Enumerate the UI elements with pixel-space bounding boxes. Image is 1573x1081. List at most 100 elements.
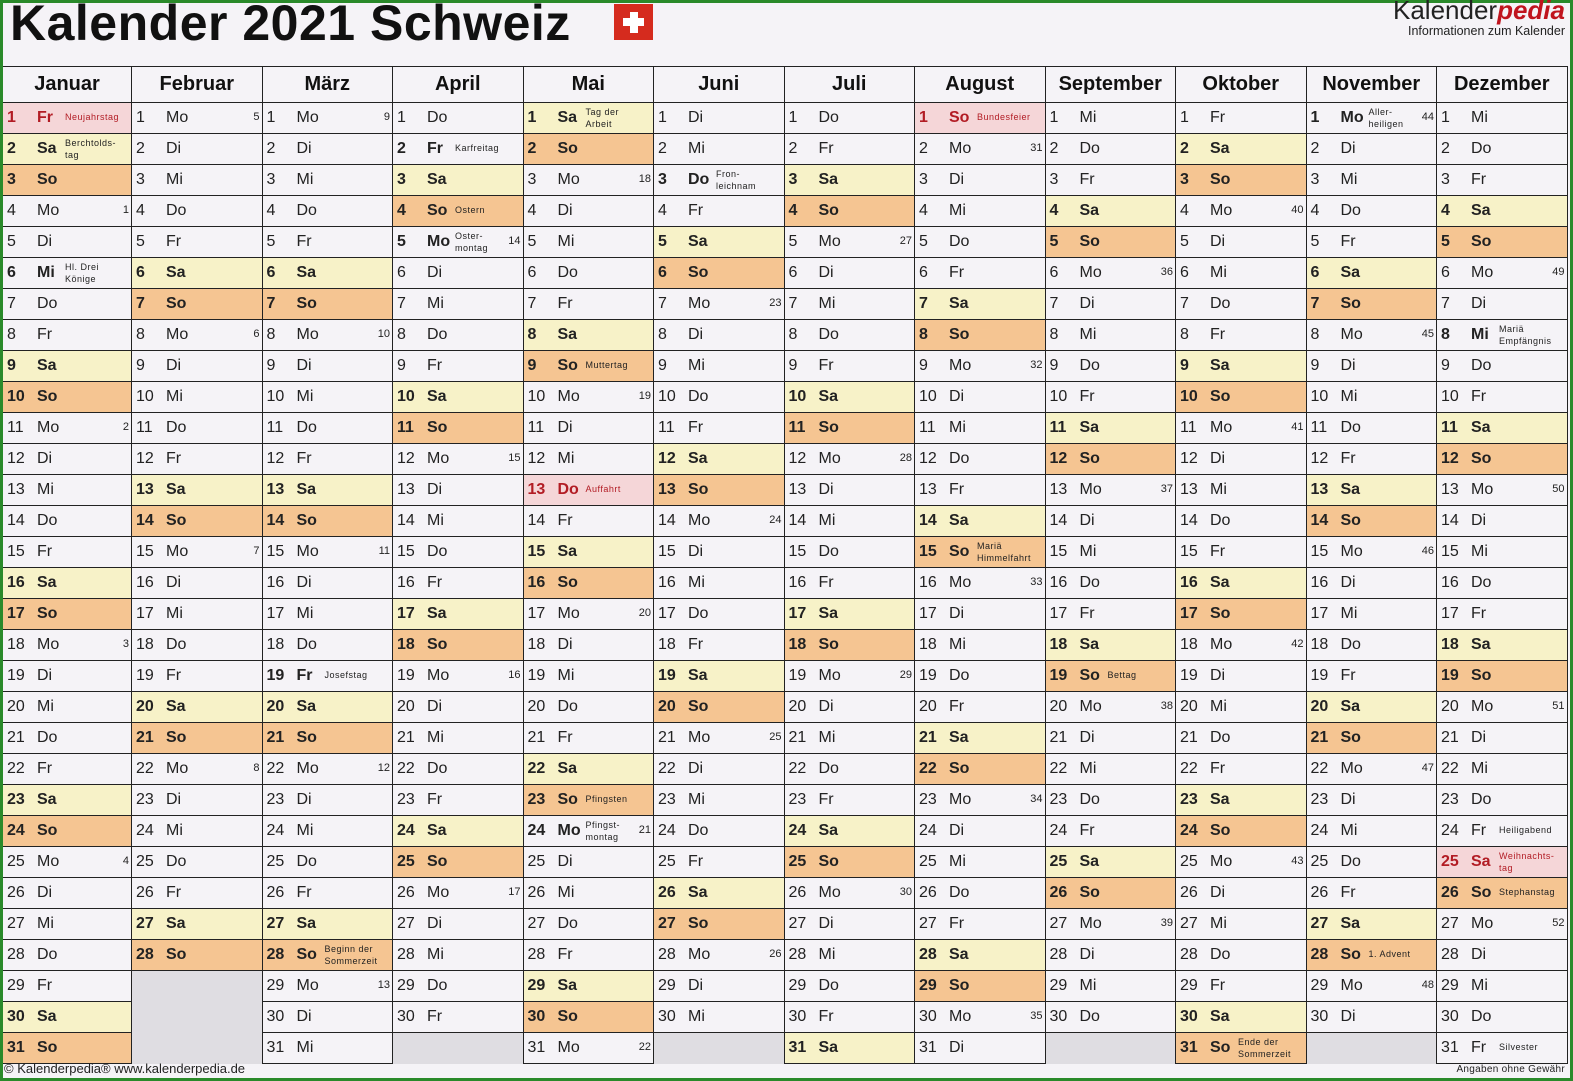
- day-cell[interactable]: 5 Mo Oster- montag 14: [393, 227, 523, 258]
- day-cell[interactable]: 8 Do: [393, 320, 523, 351]
- day-cell[interactable]: 15 Fr: [1176, 537, 1306, 568]
- day-cell[interactable]: 20 Sa: [1306, 692, 1436, 723]
- day-cell[interactable]: 1 Mo Aller- heiligen 44: [1306, 103, 1436, 134]
- day-cell[interactable]: 30 So: [523, 1002, 653, 1033]
- day-cell[interactable]: 31 So: [3, 1033, 131, 1064]
- day-cell[interactable]: 22 Mo 8: [132, 754, 262, 785]
- day-cell[interactable]: 1 Mi: [1045, 103, 1175, 134]
- day-cell[interactable]: 12 So: [1045, 444, 1175, 475]
- day-cell[interactable]: 14 Mi: [784, 506, 914, 537]
- day-cell[interactable]: 15 Mo 7: [132, 537, 262, 568]
- day-cell[interactable]: 20 Fr: [915, 692, 1045, 723]
- day-cell[interactable]: 23 So Pfingsten: [523, 785, 653, 816]
- day-cell[interactable]: 19 Mi: [523, 661, 653, 692]
- day-cell[interactable]: 20 Mi: [1176, 692, 1306, 723]
- day-cell[interactable]: 5 Di: [3, 227, 131, 258]
- day-cell[interactable]: 3 So: [1176, 165, 1306, 196]
- day-cell[interactable]: 9 So Muttertag: [523, 351, 653, 382]
- day-cell[interactable]: 16 Mo 33: [915, 568, 1045, 599]
- day-cell[interactable]: 21 Mi: [393, 723, 523, 754]
- day-cell[interactable]: 30 Do: [1045, 1002, 1175, 1033]
- day-cell[interactable]: 3 Sa: [393, 165, 523, 196]
- day-cell[interactable]: 11 Di: [523, 413, 653, 444]
- day-cell[interactable]: 17 Sa: [393, 599, 523, 630]
- day-cell[interactable]: 7 So: [1306, 289, 1436, 320]
- day-cell[interactable]: 8 Fr: [3, 320, 131, 351]
- day-cell[interactable]: 16 Di: [262, 568, 392, 599]
- day-cell[interactable]: 18 Do: [132, 630, 262, 661]
- day-cell[interactable]: 1 Do: [784, 103, 914, 134]
- day-cell[interactable]: 8 Sa: [523, 320, 653, 351]
- day-cell[interactable]: 18 Fr: [654, 630, 784, 661]
- day-cell[interactable]: 13 Mo 50: [1437, 475, 1567, 506]
- day-cell[interactable]: 21 Do: [1176, 723, 1306, 754]
- day-cell[interactable]: 18 Mo 3: [3, 630, 131, 661]
- day-cell[interactable]: 21 Fr: [523, 723, 653, 754]
- day-cell[interactable]: 22 Mi: [1045, 754, 1175, 785]
- day-cell[interactable]: 24 Sa: [784, 816, 914, 847]
- day-cell[interactable]: 24 Mo Pfingst- montag 21: [523, 816, 653, 847]
- day-cell[interactable]: 31 Sa: [784, 1033, 914, 1064]
- day-cell[interactable]: 8 Mo 10: [262, 320, 392, 351]
- day-cell[interactable]: 10 Do: [654, 382, 784, 413]
- day-cell[interactable]: 8 Mi Mariä Empfängnis: [1437, 320, 1567, 351]
- day-cell[interactable]: 19 So: [1437, 661, 1567, 692]
- day-cell[interactable]: 23 Mi: [654, 785, 784, 816]
- day-cell[interactable]: 3 So: [3, 165, 131, 196]
- day-cell[interactable]: 28 So Beginn der Sommerzeit: [262, 940, 392, 971]
- day-cell[interactable]: 5 So: [1437, 227, 1567, 258]
- day-cell[interactable]: 9 Fr: [393, 351, 523, 382]
- day-cell[interactable]: 11 Do: [262, 413, 392, 444]
- day-cell[interactable]: 6 Sa: [1306, 258, 1436, 289]
- day-cell[interactable]: 25 Mo 43: [1176, 847, 1306, 878]
- day-cell[interactable]: 28 Fr: [523, 940, 653, 971]
- day-cell[interactable]: 23 Fr: [393, 785, 523, 816]
- day-cell[interactable]: 25 Di: [523, 847, 653, 878]
- day-cell[interactable]: 27 Di: [784, 909, 914, 940]
- day-cell[interactable]: 29 Mo 48: [1306, 971, 1436, 1002]
- day-cell[interactable]: 31 Di: [915, 1033, 1045, 1064]
- day-cell[interactable]: 28 Mi: [393, 940, 523, 971]
- day-cell[interactable]: 14 Di: [1437, 506, 1567, 537]
- day-cell[interactable]: 20 Mi: [3, 692, 131, 723]
- day-cell[interactable]: 6 Sa: [132, 258, 262, 289]
- day-cell[interactable]: 21 So: [132, 723, 262, 754]
- day-cell[interactable]: 6 Fr: [915, 258, 1045, 289]
- day-cell[interactable]: 4 Fr: [654, 196, 784, 227]
- day-cell[interactable]: 26 Do: [915, 878, 1045, 909]
- day-cell[interactable]: 21 Do: [3, 723, 131, 754]
- day-cell[interactable]: 17 Mi: [132, 599, 262, 630]
- day-cell[interactable]: 27 Mi: [3, 909, 131, 940]
- day-cell[interactable]: 5 Fr: [1306, 227, 1436, 258]
- day-cell[interactable]: 15 Di: [654, 537, 784, 568]
- day-cell[interactable]: 18 Sa: [1045, 630, 1175, 661]
- day-cell[interactable]: 5 Sa: [654, 227, 784, 258]
- day-cell[interactable]: 3 Mi: [262, 165, 392, 196]
- day-cell[interactable]: 14 Do: [1176, 506, 1306, 537]
- day-cell[interactable]: 30 Sa: [3, 1002, 131, 1033]
- day-cell[interactable]: 22 Fr: [1176, 754, 1306, 785]
- day-cell[interactable]: 21 Mi: [784, 723, 914, 754]
- day-cell[interactable]: 3 Mi: [132, 165, 262, 196]
- day-cell[interactable]: 29 Sa: [523, 971, 653, 1002]
- day-cell[interactable]: 27 Mo 39: [1045, 909, 1175, 940]
- day-cell[interactable]: 23 Sa: [1176, 785, 1306, 816]
- day-cell[interactable]: 28 Di: [1045, 940, 1175, 971]
- day-cell[interactable]: 26 Di: [3, 878, 131, 909]
- day-cell[interactable]: 25 Do: [262, 847, 392, 878]
- day-cell[interactable]: 3 Mi: [1306, 165, 1436, 196]
- day-cell[interactable]: 24 Fr: [1045, 816, 1175, 847]
- day-cell[interactable]: 18 Do: [1306, 630, 1436, 661]
- day-cell[interactable]: 19 Fr: [1306, 661, 1436, 692]
- day-cell[interactable]: 4 Sa: [1437, 196, 1567, 227]
- day-cell[interactable]: 22 Sa: [523, 754, 653, 785]
- day-cell[interactable]: 22 Di: [654, 754, 784, 785]
- day-cell[interactable]: 27 Sa: [262, 909, 392, 940]
- day-cell[interactable]: 26 So: [1045, 878, 1175, 909]
- day-cell[interactable]: 13 Mi: [1176, 475, 1306, 506]
- brand-logo[interactable]: Kalenderpedia Informationen zum Kalender: [1393, 0, 1565, 38]
- day-cell[interactable]: 27 Sa: [132, 909, 262, 940]
- day-cell[interactable]: 29 Do: [784, 971, 914, 1002]
- day-cell[interactable]: 13 Di: [393, 475, 523, 506]
- day-cell[interactable]: 8 Mo 6: [132, 320, 262, 351]
